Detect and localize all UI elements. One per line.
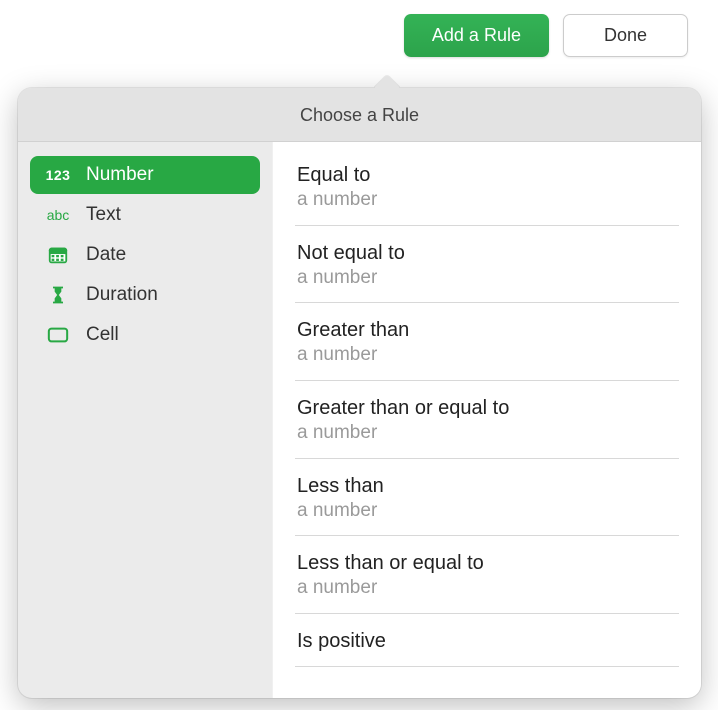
sidebar-item-label: Cell [86,324,119,346]
sidebar-item-duration[interactable]: Duration [30,276,260,314]
rule-title: Less than [297,473,677,499]
rules-list: Equal to a number Not equal to a number … [272,142,701,698]
sidebar-item-number[interactable]: 123 Number [30,156,260,194]
popover-arrow [374,73,400,89]
rule-title: Greater than [297,317,677,343]
sidebar-item-date[interactable]: Date [30,236,260,274]
rule-sub: a number [297,499,677,524]
rule-title: Less than or equal to [297,550,677,576]
date-icon [44,244,72,266]
done-button[interactable]: Done [563,14,688,57]
rule-item-greater-than[interactable]: Greater than a number [295,303,679,381]
toolbar: Add a Rule Done [0,14,718,57]
duration-icon [44,285,72,305]
text-icon: abc [44,207,72,223]
rule-sub: a number [297,266,677,291]
choose-rule-popover: Choose a Rule 123 Number abc Text [18,88,701,698]
rule-title: Equal to [297,162,677,188]
sidebar-item-cell[interactable]: Cell [30,316,260,354]
cell-icon [44,324,72,346]
popover-body: 123 Number abc Text [18,142,701,698]
rule-sub: a number [297,343,677,368]
rule-item-equal-to[interactable]: Equal to a number [295,148,679,226]
sidebar-item-label: Number [86,164,154,186]
rule-sub: a number [297,188,677,213]
rule-item-greater-than-or-equal-to[interactable]: Greater than or equal to a number [295,381,679,459]
rule-item-not-equal-to[interactable]: Not equal to a number [295,226,679,304]
rule-item-less-than-or-equal-to[interactable]: Less than or equal to a number [295,536,679,614]
category-sidebar: 123 Number abc Text [18,142,272,698]
sidebar-item-label: Duration [86,284,158,306]
rule-item-is-positive[interactable]: Is positive [295,614,679,667]
add-rule-button[interactable]: Add a Rule [404,14,549,57]
sidebar-item-label: Text [86,204,121,226]
sidebar-item-label: Date [86,244,126,266]
sidebar-item-text[interactable]: abc Text [30,196,260,234]
rule-title: Greater than or equal to [297,395,677,421]
rule-sub: a number [297,421,677,446]
rule-item-less-than[interactable]: Less than a number [295,459,679,537]
number-icon: 123 [44,167,72,183]
rule-title: Is positive [297,628,677,654]
popover-title: Choose a Rule [18,88,701,142]
rule-sub: a number [297,576,677,601]
rule-title: Not equal to [297,240,677,266]
